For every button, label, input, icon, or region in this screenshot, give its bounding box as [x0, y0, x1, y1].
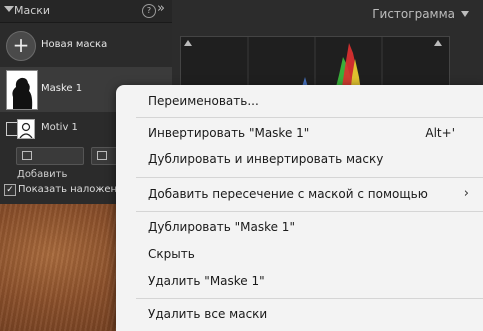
context-menu: Переименовать... Инвертировать "Maske 1"…	[116, 85, 483, 331]
show-overlay-checkbox[interactable]: ✓	[4, 184, 16, 196]
menu-item-label: Переименовать...	[148, 94, 259, 108]
menu-item-delete[interactable]: Удалить "Maske 1"	[116, 270, 483, 294]
menu-item-duplicate-invert[interactable]: Дублировать и инвертировать маску	[116, 148, 483, 172]
menu-item-label: Удалить "Maske 1"	[148, 274, 265, 288]
new-mask-label: Новая маска	[41, 39, 108, 50]
histogram-collapse-icon[interactable]	[461, 11, 469, 17]
show-overlay-label: Показать наложение	[18, 184, 130, 195]
menu-separator	[136, 117, 483, 118]
help-icon[interactable]: ?	[142, 4, 156, 18]
highlight-clipping-icon[interactable]	[434, 40, 442, 46]
menu-item-shortcut: Alt+'	[425, 126, 455, 140]
mask-name: Maske 1	[41, 83, 83, 94]
menu-item-label: Дублировать "Maske 1"	[148, 220, 295, 234]
add-icon	[22, 151, 32, 160]
add-button[interactable]: Добавить	[16, 147, 84, 180]
masks-panel-title: Маски	[14, 4, 51, 17]
menu-item-hide[interactable]: Скрыть	[116, 243, 483, 267]
masks-panel-header[interactable]: Маски ? »	[0, 0, 172, 23]
menu-item-label: Добавить пересечение с маской с помощью	[148, 187, 428, 201]
menu-item-rename[interactable]: Переименовать...	[116, 90, 483, 114]
collapse-triangle-icon[interactable]	[4, 6, 14, 12]
menu-item-delete-all[interactable]: Удалить все маски	[116, 303, 483, 327]
component-thumbnail	[17, 119, 35, 139]
submenu-arrow-icon: ›	[463, 186, 469, 201]
new-mask-button[interactable]: + Новая маска	[0, 28, 172, 64]
menu-item-label: Дублировать и инвертировать маску	[148, 152, 384, 166]
subtract-icon	[97, 151, 107, 160]
menu-item-label: Скрыть	[148, 247, 195, 261]
component-name: Motiv 1	[41, 122, 78, 133]
menu-item-label: Удалить все маски	[148, 307, 268, 321]
menu-item-duplicate[interactable]: Дублировать "Maske 1"	[116, 216, 483, 240]
histogram-title: Гистограмма	[372, 7, 455, 21]
double-chevron-icon[interactable]: »	[157, 1, 165, 16]
menu-item-label: Инвертировать "Maske 1"	[148, 126, 310, 140]
mask-thumbnail	[6, 70, 38, 110]
menu-separator	[136, 177, 483, 178]
menu-separator	[136, 298, 483, 299]
shadow-clipping-icon[interactable]	[184, 40, 192, 46]
menu-separator	[136, 211, 483, 212]
menu-item-intersect[interactable]: Добавить пересечение с маской с помощью …	[116, 183, 483, 207]
menu-item-invert[interactable]: Инвертировать "Maske 1" Alt+'	[116, 122, 483, 146]
plus-icon: +	[6, 31, 36, 61]
